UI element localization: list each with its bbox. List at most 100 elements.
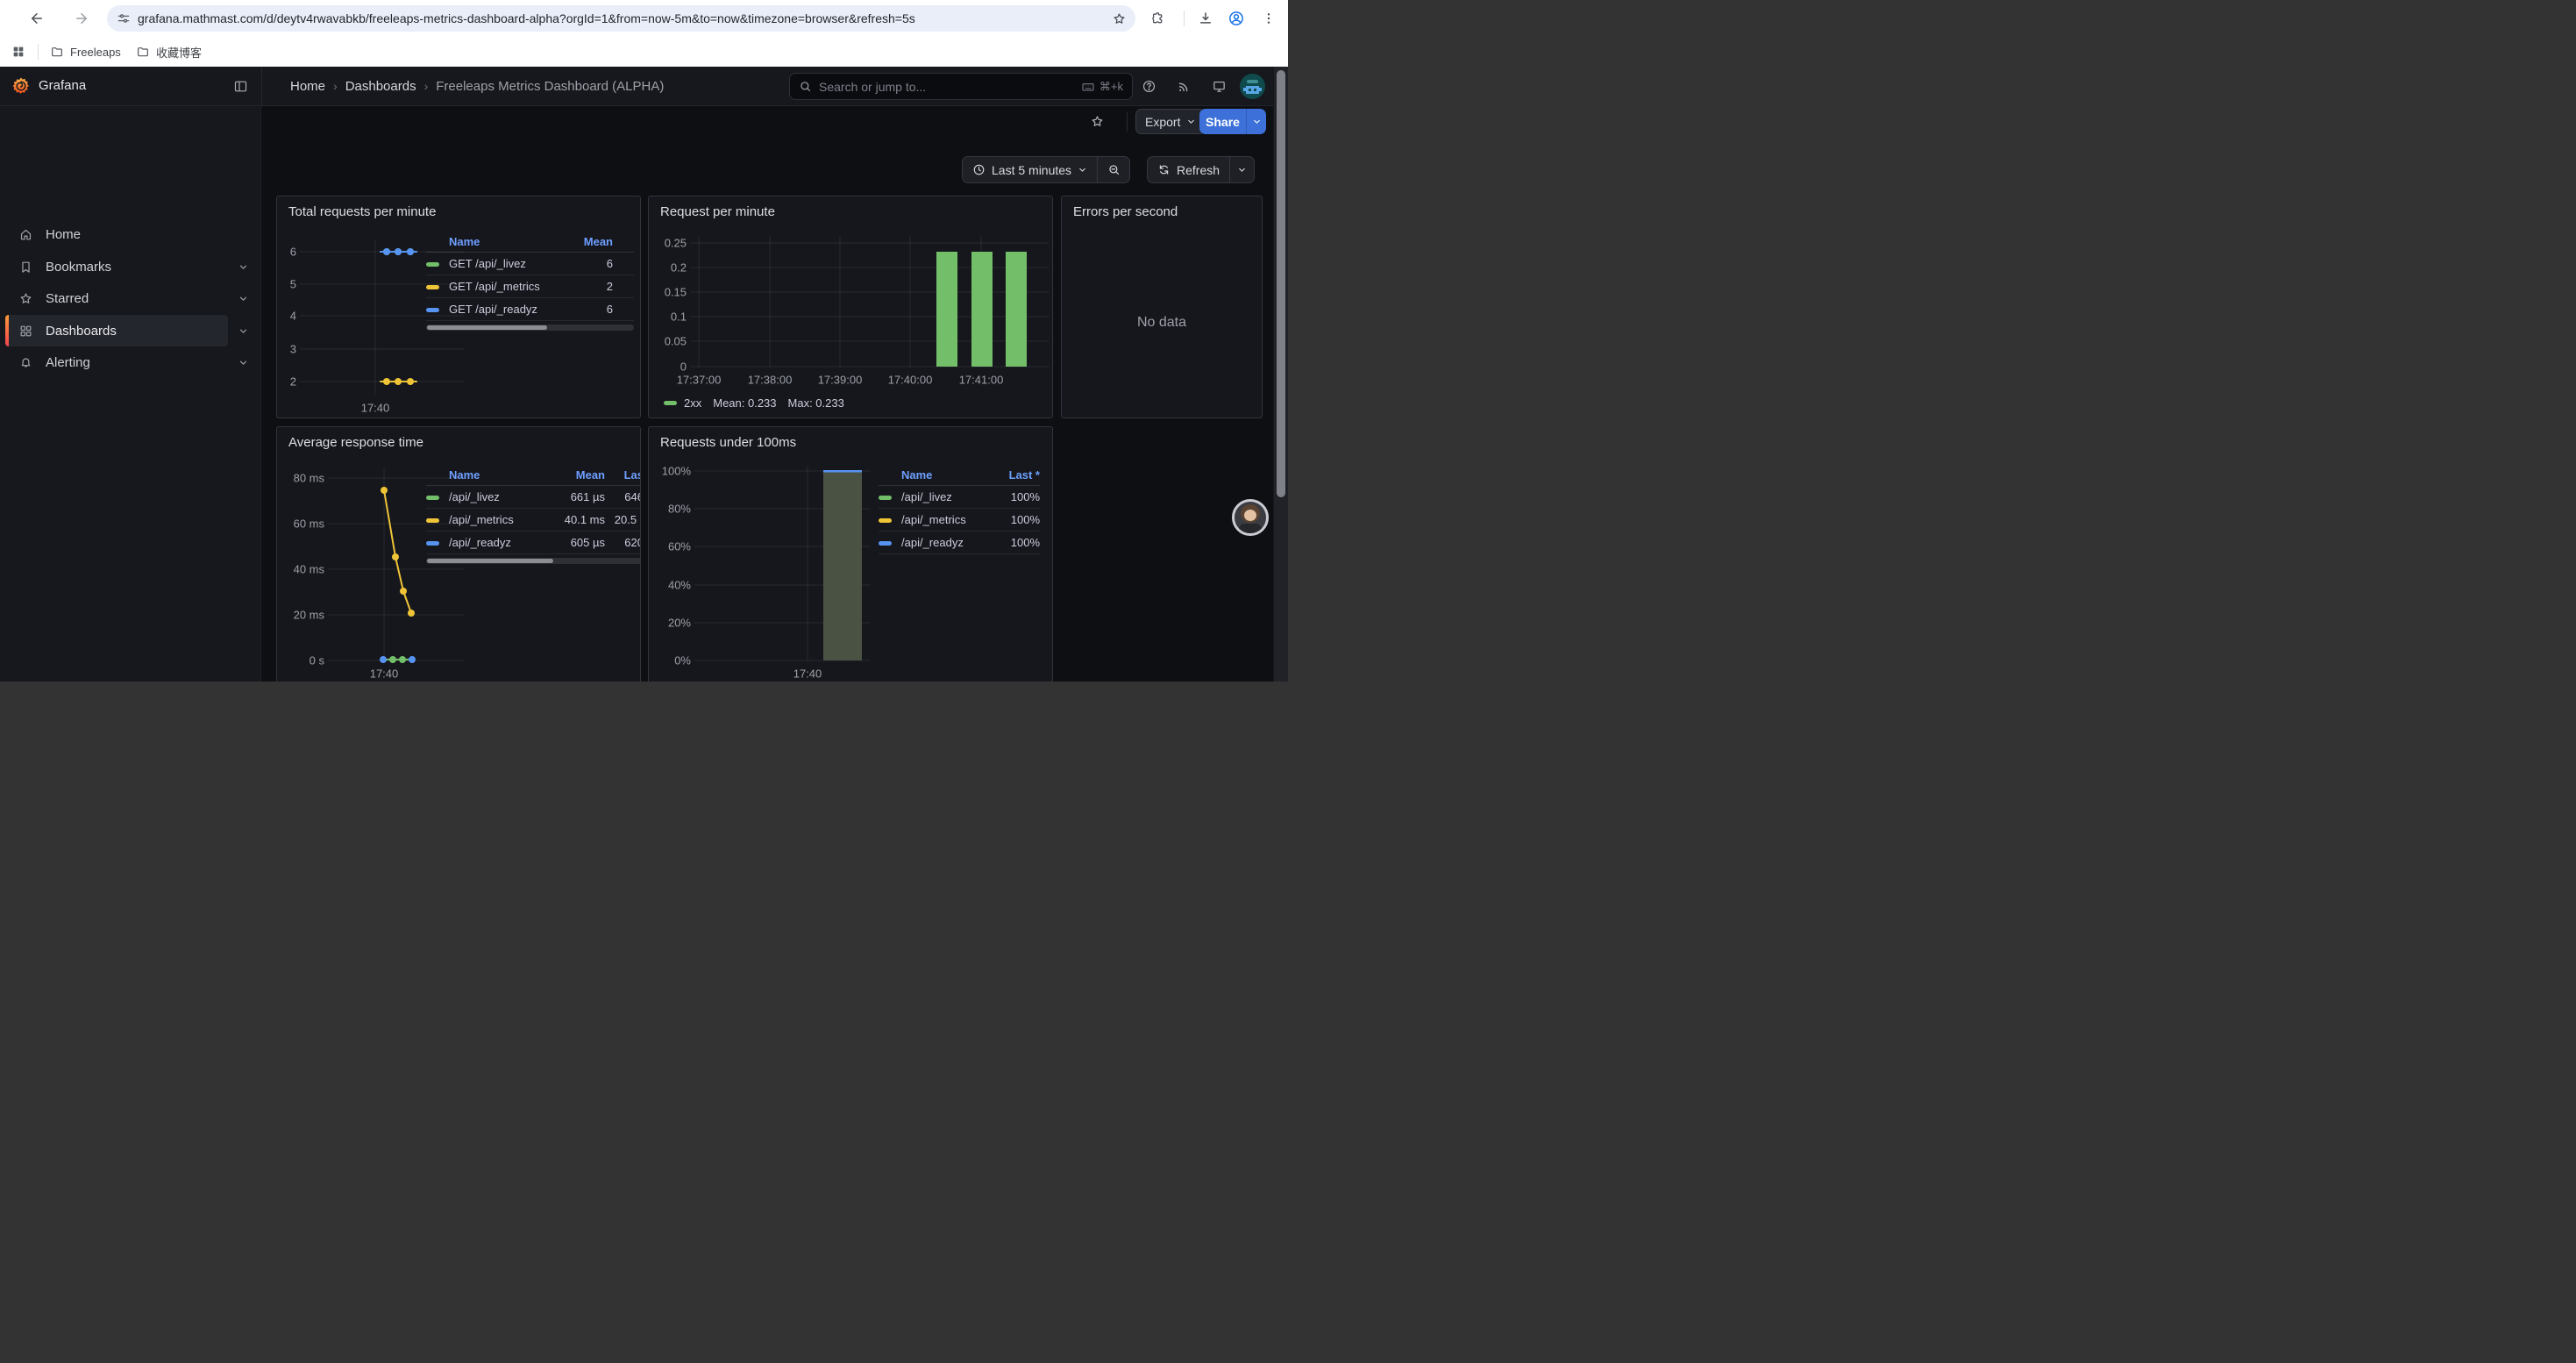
share-button[interactable]: Share (1199, 109, 1246, 134)
time-range-picker: Last 5 minutes (962, 156, 1130, 183)
legend-value (879, 513, 901, 526)
sidebar-item-bookmarks[interactable]: Bookmarks (5, 251, 228, 282)
breadcrumb-home[interactable]: Home (290, 79, 325, 94)
home-icon (18, 227, 33, 242)
sidebar-toggle-icon[interactable] (233, 79, 248, 94)
refresh-interval-button[interactable] (1230, 157, 1254, 182)
chevron-down-icon[interactable] (238, 357, 249, 368)
panel-title[interactable]: Errors per second (1073, 204, 1178, 219)
legend-value: 6 (567, 257, 613, 270)
bell-icon (18, 355, 33, 370)
chevron-down-icon[interactable] (238, 293, 249, 304)
legend-series-name[interactable]: /api/_metrics (449, 513, 551, 526)
panel-title[interactable]: Average response time (288, 435, 423, 450)
panel-title[interactable]: Total requests per minute (288, 204, 436, 219)
breadcrumb-dashboards[interactable]: Dashboards (345, 79, 416, 94)
legend-series-name[interactable]: GET /api/_readyz (449, 303, 567, 316)
share-menu-button[interactable] (1246, 109, 1266, 134)
rss-icon[interactable] (1177, 79, 1192, 94)
axis-tick-label: 6 (290, 246, 296, 259)
panel-title[interactable]: Request per minute (660, 204, 775, 219)
grafana-brand[interactable]: Grafana (39, 78, 86, 93)
legend-2xx[interactable]: 2xx Mean: 0.233 Max: 0.233 (664, 396, 844, 410)
axis-tick-label: 40% (668, 579, 691, 592)
assistant-avatar-widget[interactable] (1232, 499, 1269, 536)
grafana-logo-icon[interactable] (11, 76, 31, 96)
bookmark-folder-freeleaps[interactable]: Freeleaps (50, 37, 121, 67)
chevron-down-icon[interactable] (238, 261, 249, 273)
apps-grid-icon[interactable] (11, 45, 25, 59)
bookmark-label: 收藏博客 (156, 44, 202, 61)
axis-tick-label: 60% (668, 540, 691, 553)
zoom-out-button[interactable] (1098, 157, 1129, 182)
back-icon[interactable] (25, 6, 49, 31)
profile-icon[interactable] (1224, 6, 1249, 31)
refresh-button[interactable]: Refresh (1148, 157, 1229, 182)
legend-table: NameMeanGET /api/_livez6GET /api/_metric… (426, 231, 634, 331)
legend-swatch (664, 401, 677, 405)
star-icon (18, 291, 33, 306)
legend-header: Name (449, 235, 567, 248)
legend-scrollbar[interactable] (426, 325, 634, 331)
legend-series-name[interactable]: GET /api/_metrics (449, 280, 567, 293)
legend-series-name[interactable]: /api/_livez (449, 490, 551, 503)
downloads-icon[interactable] (1193, 6, 1218, 31)
axis-tick-label: 17:40 (793, 667, 822, 681)
screen: grafana.mathmast.com/d/deytv4rwavabkb/fr… (0, 0, 1288, 682)
sidebar-item-label: Dashboards (46, 324, 117, 339)
scrollbar-thumb[interactable] (1277, 70, 1285, 497)
legend-value (426, 257, 449, 270)
chevron-down-icon[interactable] (238, 325, 249, 337)
legend-swatch (879, 518, 892, 523)
axis-tick-label: 80 ms (294, 472, 324, 485)
legend-header: Name (449, 468, 551, 482)
browser-menu-icon[interactable] (1256, 6, 1281, 31)
legend-header: Las (605, 468, 641, 482)
legend-series-name[interactable]: /api/_readyz (449, 536, 551, 549)
extensions-icon[interactable] (1145, 6, 1170, 31)
legend-value: 20.5 r (605, 513, 641, 526)
sidebar-item-home[interactable]: Home (5, 218, 228, 250)
sidebar: Home Bookmarks Starred Dashboards Alerti… (0, 106, 261, 682)
forward-icon[interactable] (69, 6, 94, 31)
page-scrollbar[interactable] (1273, 67, 1288, 682)
monitor-icon[interactable] (1212, 79, 1227, 94)
legend-series-name[interactable]: /api/_metrics (901, 513, 991, 526)
bookmark-star-icon[interactable] (1112, 11, 1127, 26)
legend-value (426, 513, 449, 526)
dashboards-grid-icon (18, 324, 33, 339)
export-button[interactable]: Export (1135, 109, 1206, 134)
legend-series-name[interactable]: /api/_livez (901, 490, 991, 503)
legend-mean: Mean: 0.233 (713, 396, 776, 410)
legend-value (426, 280, 449, 293)
axis-tick-label: 0 s (310, 654, 324, 667)
url-bar[interactable]: grafana.mathmast.com/d/deytv4rwavabkb/fr… (107, 5, 1135, 32)
legend-series-name[interactable]: GET /api/_livez (449, 257, 567, 270)
panel-average-response-time: Average response time 80 ms60 ms40 ms20 … (276, 426, 641, 682)
site-settings-icon[interactable] (117, 11, 131, 25)
sidebar-item-starred[interactable]: Starred (5, 282, 228, 314)
legend-swatch (879, 496, 892, 500)
search-input[interactable]: Search or jump to... ⌘+k (789, 73, 1133, 100)
bookmark-folder-blogs[interactable]: 收藏博客 (136, 37, 202, 67)
sidebar-item-alerting[interactable]: Alerting (5, 346, 228, 378)
legend-header: Name (901, 468, 991, 482)
favorite-star-icon[interactable] (1090, 114, 1105, 129)
legend-value (426, 536, 449, 549)
legend-value: 100% (991, 490, 1040, 503)
time-range-button[interactable]: Last 5 minutes (963, 157, 1097, 182)
legend-series-name[interactable]: /api/_readyz (901, 536, 991, 549)
axis-tick-label: 100% (662, 465, 691, 478)
legend-value: 2 (567, 280, 613, 293)
axis-tick-label: 3 (290, 343, 296, 356)
axis-tick-label: 0% (674, 654, 691, 667)
url-input[interactable]: grafana.mathmast.com/d/deytv4rwavabkb/fr… (138, 11, 1112, 25)
grafana-header: Grafana Home › Dashboards › Freeleaps Me… (0, 67, 1288, 106)
help-icon[interactable] (1142, 79, 1156, 94)
sidebar-item-dashboards[interactable]: Dashboards (5, 315, 228, 346)
axis-tick-label: 17:37:00 (677, 374, 722, 387)
legend-scrollbar[interactable] (426, 558, 641, 564)
user-avatar[interactable] (1240, 74, 1265, 99)
panel-title[interactable]: Requests under 100ms (660, 435, 796, 450)
legend-swatch (426, 262, 439, 267)
